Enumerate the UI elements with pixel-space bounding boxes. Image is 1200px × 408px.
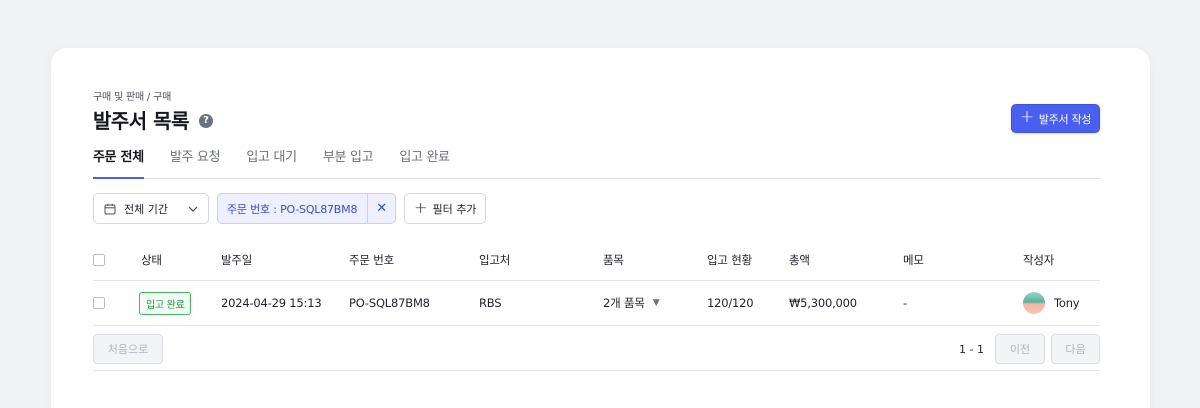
- chevron-down-icon: [188, 206, 198, 212]
- close-icon[interactable]: ✕: [367, 194, 395, 223]
- page-title: 발주서 목록: [93, 109, 189, 133]
- caret-down-icon[interactable]: ▼: [653, 298, 660, 308]
- status-tabs: 주문 전체 발주 요청 입고 대기 부분 입고 입고 완료: [93, 146, 1100, 179]
- purchase-order-table: 상태 발주일 주문 번호 입고처 품목 입고 현황 총액 메모 작성자 입고 완…: [93, 240, 1100, 326]
- add-filter-button[interactable]: + 필터 추가: [404, 193, 487, 224]
- page-info: 1 - 1: [959, 342, 984, 356]
- main-card: 구매 및 판매 / 구매 발주서 목록 ? + 발주서 작성 주문 전체 발주 …: [51, 48, 1150, 408]
- header-receipt-status[interactable]: 입고 현황: [707, 240, 752, 280]
- create-button-label: 발주서 작성: [1038, 112, 1092, 126]
- next-page-button[interactable]: 다음: [1051, 334, 1100, 364]
- total-cell: ₩5,300,000: [789, 296, 857, 310]
- header-memo[interactable]: 메모: [903, 240, 924, 280]
- author-cell: Tony: [1023, 281, 1080, 325]
- tab-awaiting-receipt[interactable]: 입고 대기: [246, 146, 322, 178]
- filter-chip-label: 주문 번호 : PO-SQL87BM8: [227, 202, 358, 216]
- avatar: [1023, 292, 1045, 314]
- breadcrumb[interactable]: 구매 및 판매 / 구매: [93, 88, 171, 103]
- order-date-cell: 2024-04-29 15:13: [221, 296, 322, 310]
- memo-cell: -: [903, 296, 907, 310]
- filter-bar: 전체 기간 주문 번호 : PO-SQL87BM8 ✕ + 필터 추가: [93, 193, 487, 224]
- select-all-checkbox-cell: [93, 240, 105, 280]
- table-header: 상태 발주일 주문 번호 입고처 품목 입고 현황 총액 메모 작성자: [93, 240, 1100, 281]
- table-row[interactable]: 입고 완료 2024-04-29 15:13 PO-SQL87BM8 RBS 2…: [93, 281, 1100, 326]
- first-page-button[interactable]: 처음으로: [93, 334, 163, 364]
- order-number-filter-chip[interactable]: 주문 번호 : PO-SQL87BM8 ✕: [217, 193, 397, 224]
- vendor-cell: RBS: [479, 296, 502, 310]
- pagination-bar: 처음으로 1 - 1 이전 다음: [93, 333, 1100, 371]
- items-label: 2개 품목: [603, 296, 645, 310]
- calendar-icon: [104, 203, 116, 214]
- date-range-label: 전체 기간: [124, 202, 168, 216]
- date-range-dropdown[interactable]: 전체 기간: [93, 193, 209, 224]
- prev-page-button[interactable]: 이전: [995, 334, 1045, 364]
- header-status[interactable]: 상태: [141, 240, 162, 280]
- tab-receipt-complete[interactable]: 입고 완료: [399, 146, 475, 178]
- status-cell: 입고 완료: [139, 281, 192, 325]
- plus-icon: +: [414, 197, 428, 217]
- author-name: Tony: [1054, 296, 1080, 310]
- tab-order-request[interactable]: 발주 요청: [170, 146, 246, 178]
- header-order-date[interactable]: 발주일: [221, 240, 252, 280]
- status-badge: 입고 완료: [139, 291, 192, 315]
- help-icon[interactable]: ?: [198, 113, 213, 128]
- title-row: 발주서 목록 ?: [93, 105, 213, 134]
- row-checkbox-cell: [93, 281, 105, 325]
- header-author[interactable]: 작성자: [1023, 240, 1054, 280]
- add-filter-label: 필터 추가: [432, 202, 477, 216]
- header-total[interactable]: 총액: [789, 240, 810, 280]
- select-all-checkbox[interactable]: [93, 254, 105, 266]
- header-vendor[interactable]: 입고처: [479, 240, 510, 280]
- create-purchase-order-button[interactable]: + 발주서 작성: [1011, 104, 1100, 133]
- receipt-status-cell: 120/120: [707, 296, 754, 310]
- plus-icon: +: [1019, 107, 1034, 127]
- tab-partial-receipt[interactable]: 부분 입고: [323, 146, 399, 178]
- order-number-cell[interactable]: PO-SQL87BM8: [349, 281, 430, 325]
- header-items[interactable]: 품목: [603, 240, 624, 280]
- tab-all-orders[interactable]: 주문 전체: [93, 146, 170, 179]
- items-cell[interactable]: 2개 품목 ▼: [603, 281, 660, 325]
- row-checkbox[interactable]: [93, 297, 105, 309]
- header-order-number[interactable]: 주문 번호: [349, 240, 394, 280]
